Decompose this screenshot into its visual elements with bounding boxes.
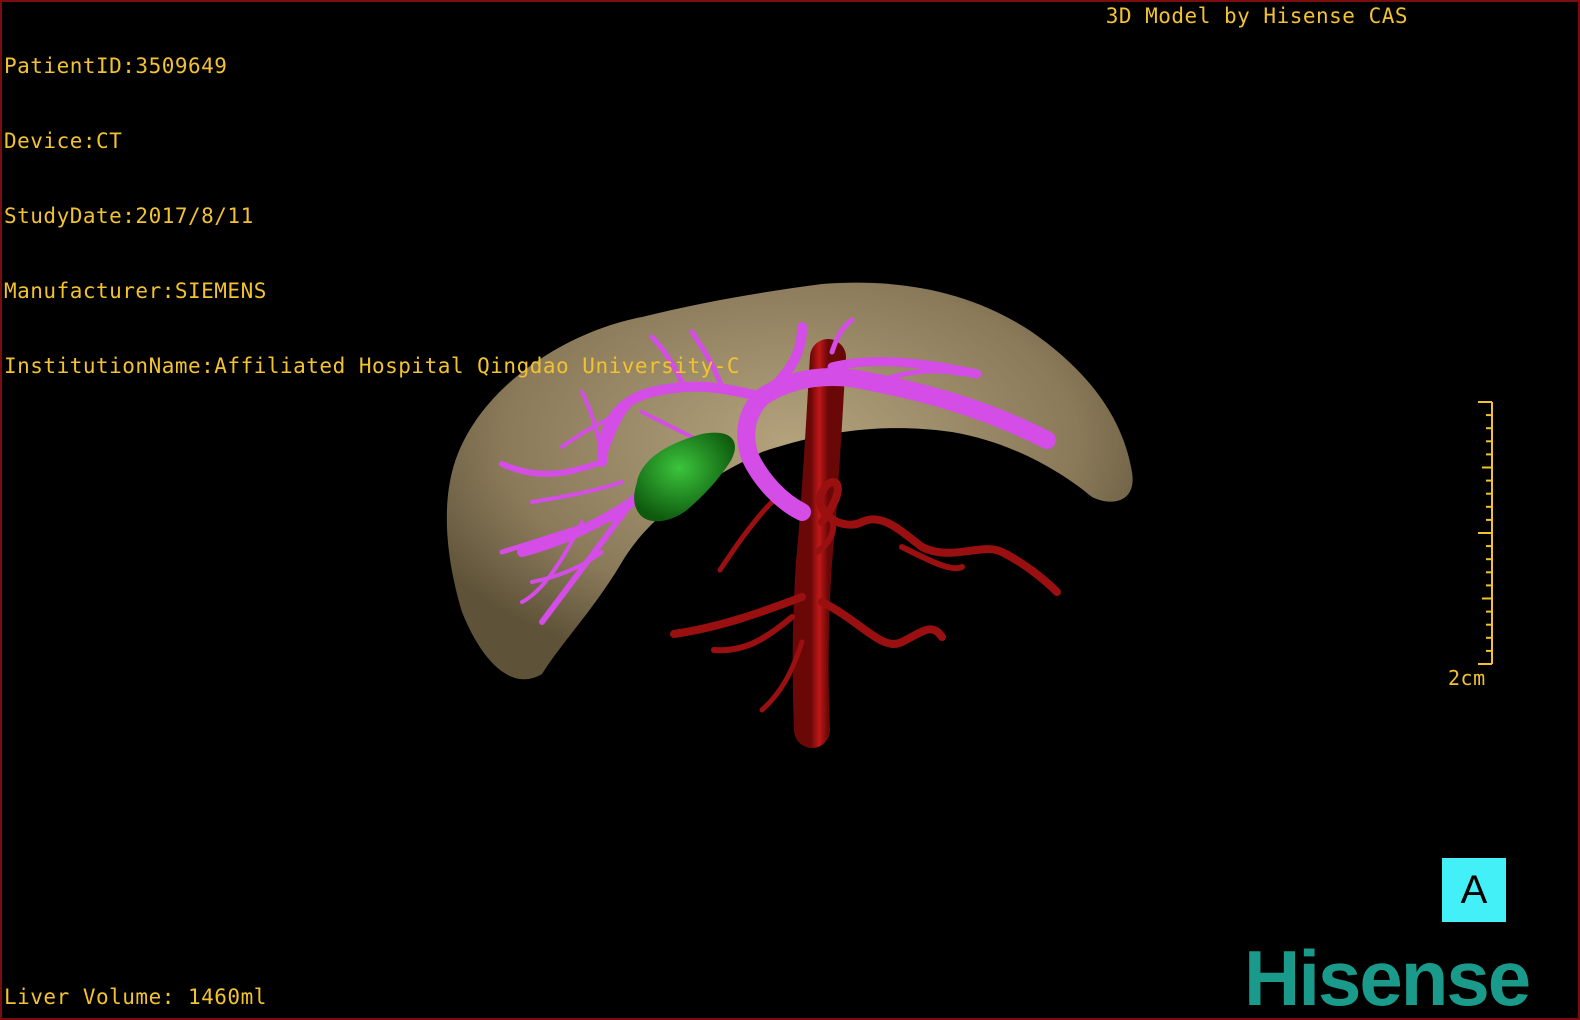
- manufacturer: Manufacturer:SIEMENS: [4, 279, 267, 303]
- institution-name: InstitutionName:Affiliated Hospital Qing…: [4, 354, 741, 378]
- patient-id: PatientID:3509649: [4, 54, 228, 78]
- scale-bar: [1478, 401, 1493, 665]
- scale-label: 2cm: [1448, 666, 1486, 690]
- model-brand-text: 3D Model by Hisense CAS: [1105, 4, 1408, 28]
- patient-info: PatientID:3509649 Device:CT StudyDate:20…: [4, 4, 740, 429]
- 3d-viewport[interactable]: PatientID:3509649 Device:CT StudyDate:20…: [0, 0, 1580, 1020]
- orientation-indicator[interactable]: A: [1442, 858, 1506, 922]
- study-date: StudyDate:2017/8/11: [4, 204, 254, 228]
- hisense-logo: Hisense: [1244, 934, 1531, 1020]
- device: Device:CT: [4, 129, 123, 153]
- liver-volume: Liver Volume: 1460ml: [4, 985, 267, 1009]
